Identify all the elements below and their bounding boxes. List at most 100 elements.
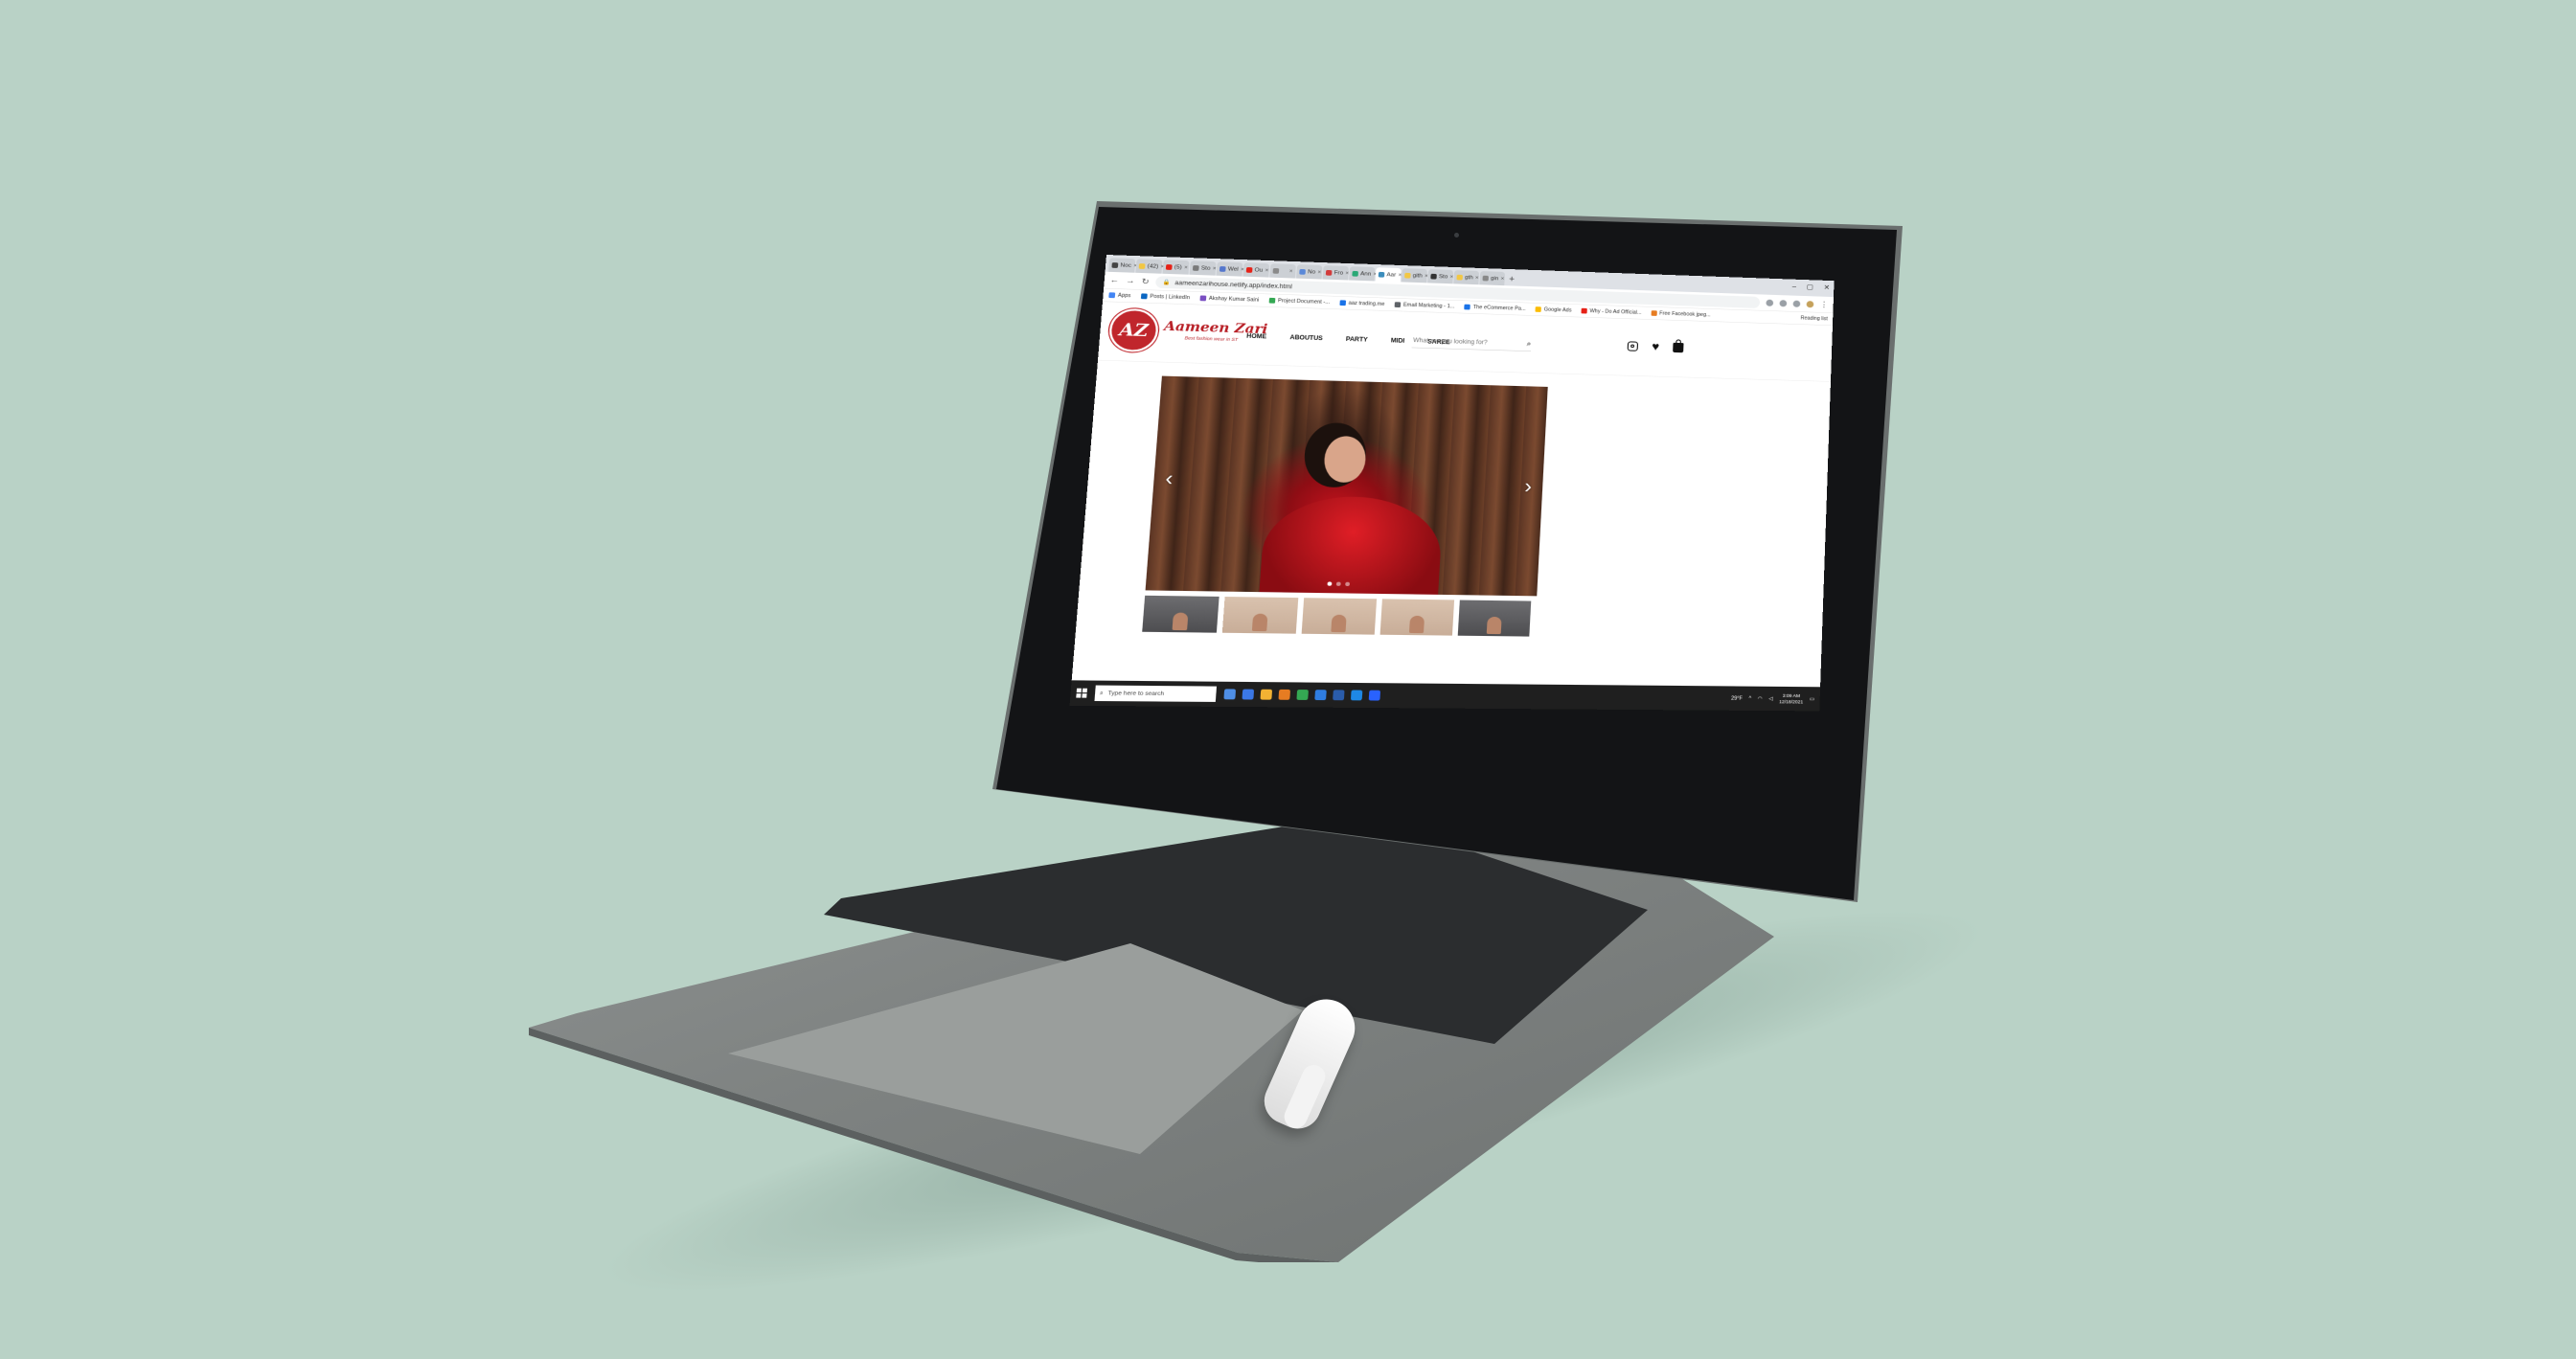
nav-home[interactable]: HOME	[1246, 332, 1266, 340]
tab-label: No	[1307, 268, 1316, 276]
puzzle-icon[interactable]	[1792, 300, 1801, 307]
bookmark-favicon-icon	[1535, 306, 1542, 312]
carousel-next-icon[interactable]: ›	[1524, 475, 1533, 498]
tab-label: gin	[1490, 275, 1499, 282]
bookmark-label: Free Facebook jpeg...	[1659, 310, 1711, 318]
tab-close-icon[interactable]: ×	[1475, 275, 1479, 281]
instagram-icon[interactable]	[1627, 341, 1639, 351]
taskbar-app-icon[interactable]	[1333, 690, 1345, 701]
product-thumbnail[interactable]	[1457, 600, 1532, 637]
tab-favicon-icon	[1219, 265, 1226, 272]
tab-label: Wel	[1227, 265, 1239, 273]
browser-tab[interactable]: Ann×	[1349, 266, 1377, 282]
minimize-button[interactable]: –	[1792, 283, 1797, 291]
carousel-prev-icon[interactable]: ‹	[1165, 467, 1174, 490]
back-button[interactable]: ←	[1109, 276, 1119, 285]
bookmark-item[interactable]: Email Marketing - 1...	[1394, 302, 1455, 309]
carousel-dot[interactable]	[1345, 581, 1351, 587]
browser-tab[interactable]: ×	[1269, 263, 1296, 279]
bookmark-item[interactable]: Apps	[1108, 292, 1131, 299]
browser-tab[interactable]: Noc×	[1108, 258, 1137, 273]
tab-favicon-icon	[1299, 268, 1306, 275]
browser-tab[interactable]: (5) ×	[1162, 260, 1190, 275]
header-icons: ♥	[1627, 340, 1684, 353]
browser-tab[interactable]: gth ×	[1453, 270, 1480, 285]
bookmark-item[interactable]: aaz trading.me	[1339, 300, 1385, 307]
search-icon[interactable]: ⌕	[1526, 339, 1531, 348]
taskbar-app-icon[interactable]	[1242, 689, 1255, 700]
tab-close-icon[interactable]: ×	[1317, 269, 1321, 275]
search-input[interactable]	[1411, 335, 1513, 348]
laptop-screen: Noc×(42)×(5)×Sto×Wel×Ou××No×Fro×Ann×Aar×…	[1069, 255, 1835, 712]
windows-start-icon[interactable]	[1076, 688, 1088, 698]
thumbnail-model	[1486, 616, 1502, 635]
browser-tab[interactable]: (42)×	[1135, 259, 1165, 274]
profile-avatar[interactable]	[1806, 300, 1814, 308]
bookmark-favicon-icon	[1199, 295, 1207, 302]
browser-tab[interactable]: Ou ×	[1242, 262, 1270, 278]
extension-icon[interactable]	[1766, 299, 1774, 306]
bookmark-item[interactable]: Posts | LinkedIn	[1140, 293, 1190, 301]
browser-tab[interactable]: Aar ×	[1375, 267, 1402, 283]
product-thumbnail[interactable]	[1142, 595, 1220, 633]
weather-temp[interactable]: 29°F	[1731, 695, 1743, 701]
taskbar-clock[interactable]: 3:09 AM 12/18/2021	[1779, 692, 1803, 705]
taskbar-search[interactable]: ⌕ Type here to search	[1094, 685, 1218, 702]
heart-icon[interactable]: ♥	[1652, 340, 1659, 353]
taskbar-app-icon[interactable]	[1278, 689, 1291, 700]
taskbar-app-icon[interactable]	[1260, 689, 1273, 700]
menu-kebab-icon[interactable]: ⋮	[1820, 300, 1829, 309]
bookmark-item[interactable]: Why - Do Ad Official...	[1581, 307, 1642, 315]
star-icon[interactable]	[1779, 299, 1788, 307]
reading-list-button[interactable]: Reading list	[1801, 315, 1828, 321]
bookmark-item[interactable]: Project Document -...	[1268, 297, 1330, 306]
maximize-button[interactable]: ▢	[1807, 283, 1813, 291]
browser-tab[interactable]: Wel ×	[1216, 261, 1244, 277]
close-window-button[interactable]: ✕	[1824, 283, 1831, 292]
product-thumbnail[interactable]	[1379, 599, 1455, 636]
taskbar-app-icon[interactable]	[1296, 690, 1309, 700]
browser-tab[interactable]: Sto ×	[1189, 260, 1217, 276]
tab-favicon-icon	[1456, 274, 1463, 281]
volume-icon[interactable]: ◁	[1768, 696, 1772, 702]
tab-label: gth	[1464, 274, 1473, 281]
taskbar-app-icon[interactable]	[1223, 689, 1237, 700]
bookmark-item[interactable]: The eCommerce Pa...	[1464, 304, 1526, 311]
tab-close-icon[interactable]: ×	[1265, 267, 1268, 273]
tab-favicon-icon	[1404, 272, 1411, 279]
tab-label: Fro	[1334, 269, 1344, 277]
carousel-dot[interactable]	[1335, 581, 1341, 586]
taskbar-app-icon[interactable]	[1368, 690, 1381, 701]
bookmark-item[interactable]: Google Ads	[1535, 306, 1572, 313]
forward-button[interactable]: →	[1126, 276, 1135, 285]
wifi-icon[interactable]: ◠	[1758, 695, 1763, 701]
bookmark-item[interactable]: Akshay Kumar Saini	[1199, 295, 1259, 303]
browser-tab[interactable]: No ×	[1296, 264, 1323, 280]
tab-close-icon[interactable]: ×	[1289, 268, 1293, 274]
browser-tab[interactable]: Fro ×	[1322, 265, 1349, 281]
site-search: ⌕	[1411, 332, 1532, 351]
chevron-up-icon[interactable]: ^	[1748, 695, 1751, 701]
nav-aboutus[interactable]: ABOUTUS	[1289, 333, 1323, 341]
product-thumbnail[interactable]	[1301, 598, 1378, 635]
thumbnail-model	[1172, 612, 1189, 631]
browser-tab[interactable]: gin ×	[1479, 271, 1506, 286]
reload-button[interactable]: ↻	[1141, 276, 1150, 286]
search-icon: ⌕	[1099, 690, 1104, 696]
browser-tab[interactable]: Sto ×	[1427, 269, 1453, 284]
browser-tab[interactable]: gith ×	[1401, 268, 1428, 283]
taskbar-app-icon[interactable]	[1314, 690, 1327, 701]
nav-party[interactable]: PARTY	[1346, 335, 1368, 343]
tab-close-icon[interactable]: ×	[1500, 276, 1504, 282]
bookmark-item[interactable]: Free Facebook jpeg...	[1651, 310, 1711, 318]
shopping-bag-icon[interactable]	[1673, 342, 1684, 353]
taskbar-app-icon[interactable]	[1350, 690, 1363, 701]
tab-label: Noc	[1120, 261, 1132, 269]
tab-close-icon[interactable]: ×	[1184, 264, 1188, 270]
site-logo[interactable]: AZ	[1107, 307, 1160, 353]
new-tab-button[interactable]: +	[1509, 272, 1516, 285]
carousel-dot[interactable]	[1327, 581, 1333, 586]
product-thumbnail[interactable]	[1221, 597, 1299, 634]
notification-icon[interactable]: ▭	[1810, 696, 1814, 702]
nav-midi[interactable]: MIDI	[1391, 337, 1405, 345]
